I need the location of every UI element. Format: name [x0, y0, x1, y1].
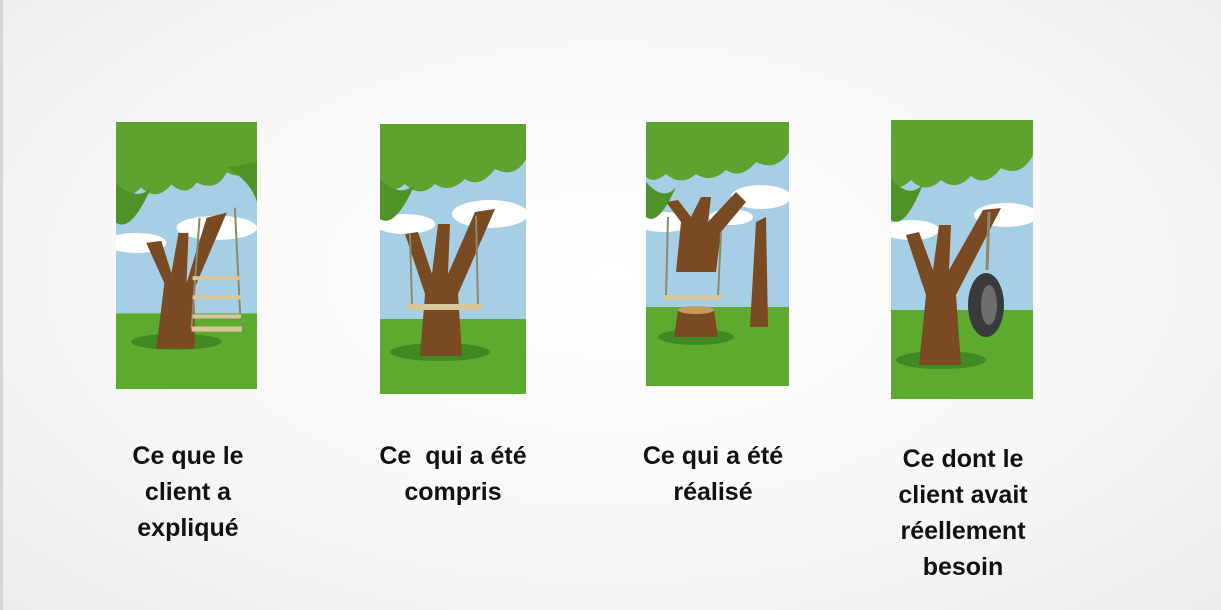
- tree-ladder-swing-illustration: [116, 122, 257, 389]
- caption-line: réalisé: [673, 478, 753, 506]
- panel-really-needed: [891, 120, 1033, 399]
- tree-tire-swing-illustration: [891, 120, 1033, 399]
- caption-line: Ce qui a été: [642, 442, 784, 470]
- slide-left-edge: [0, 0, 3, 610]
- caption-realized: Ce qui a été réalisé: [628, 438, 798, 510]
- caption-line: compris: [404, 478, 502, 506]
- caption-line: Ce que le: [132, 442, 244, 470]
- caption-client-explained: Ce que le client a expliqué: [108, 438, 268, 546]
- caption-line: besoin: [922, 553, 1004, 581]
- caption-line: client avait: [898, 481, 1028, 509]
- caption-understood: Ce qui a été compris: [363, 438, 543, 510]
- panel-realized: [646, 122, 789, 386]
- panel-understood: [380, 124, 526, 394]
- caption-line: expliqué: [137, 514, 239, 542]
- caption-line: réellement: [900, 517, 1026, 545]
- caption-line: client a: [144, 478, 232, 506]
- tree-cut-swing-illustration: [646, 122, 789, 386]
- caption-line: Ce qui a été: [379, 442, 527, 470]
- panel-client-explained: [116, 122, 257, 389]
- caption-really-needed: Ce dont le client avait réellement besoi…: [873, 441, 1053, 585]
- tree-swing-around-trunk-illustration: [380, 124, 526, 394]
- caption-line: Ce dont le: [902, 445, 1024, 473]
